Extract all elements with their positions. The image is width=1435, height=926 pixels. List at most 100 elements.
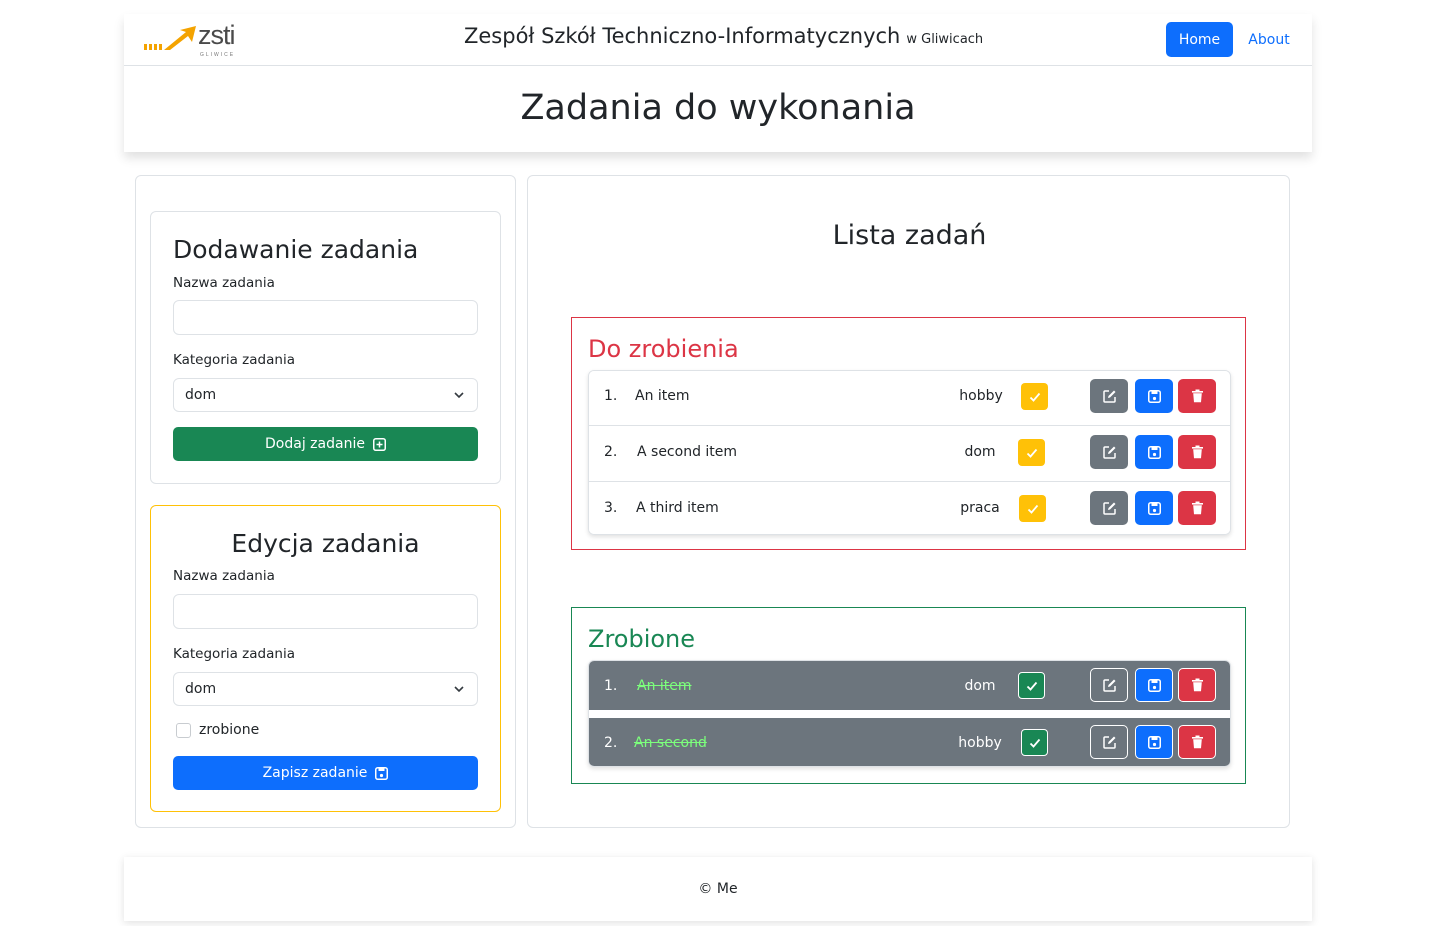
add-task-title: Dodawanie zadania — [173, 235, 419, 264]
edit-category-select[interactable]: dom — [173, 672, 478, 706]
logo-subtext: GLIWICE — [200, 52, 236, 58]
list-item: 2. A second item dom — [589, 427, 1230, 482]
edit-task-title: Edycja zadania — [231, 529, 420, 558]
edit-button[interactable] — [1090, 435, 1128, 469]
delete-button[interactable] — [1178, 668, 1216, 702]
save-button[interactable] — [1135, 491, 1173, 525]
add-task-button-label: Dodaj zadanie — [265, 436, 365, 452]
brand: Zespół Szkół Techniczno-Informatycznych w… — [464, 24, 983, 48]
save-icon — [1147, 678, 1161, 692]
trash-icon — [1191, 445, 1203, 459]
item-number: 1. — [604, 678, 618, 694]
item-category: hobby — [958, 735, 1002, 751]
brand-subtitle: w Gliwicach — [906, 32, 984, 47]
edit-name-input[interactable] — [173, 594, 478, 629]
edit-icon — [1102, 735, 1116, 749]
edit-button[interactable] — [1090, 491, 1128, 525]
item-category: dom — [964, 678, 996, 694]
navbar: zsti GLIWICE Zespół Szkół Techniczno-Inf… — [124, 14, 1312, 66]
edit-category-label: Kategoria zadania — [173, 646, 295, 662]
task-list-title: Lista zadań — [832, 220, 987, 251]
task-list-column: Lista zadań Do zrobienia 1. An item hobb… — [527, 175, 1290, 828]
delete-button[interactable] — [1178, 725, 1216, 759]
done-checkbox[interactable] — [176, 722, 191, 738]
mark-undone-button[interactable] — [1021, 729, 1048, 756]
add-category-label: Kategoria zadania — [173, 352, 295, 368]
logo[interactable]: zsti GLIWICE — [142, 20, 246, 58]
edit-button[interactable] — [1090, 379, 1128, 413]
item-number: 1. — [604, 388, 618, 404]
check-icon — [1029, 392, 1040, 402]
item-number: 2. — [604, 444, 618, 460]
edit-button[interactable] — [1090, 668, 1128, 702]
add-name-label: Nazwa zadania — [173, 275, 275, 291]
save-button[interactable] — [1135, 379, 1173, 413]
done-list: 1. An item dom 2. An second hobby — [588, 660, 1231, 767]
save-button[interactable] — [1135, 668, 1173, 702]
todo-section: Do zrobienia 1. An item hobby 2. A secon… — [571, 317, 1246, 550]
trash-icon — [1191, 389, 1203, 403]
mark-done-button[interactable] — [1018, 439, 1045, 466]
add-category-value: dom — [185, 387, 217, 403]
save-icon — [1147, 389, 1161, 403]
add-task-card: Dodawanie zadania Nazwa zadania Kategori… — [150, 211, 501, 484]
item-name: An second — [634, 735, 707, 751]
item-name: A third item — [636, 500, 719, 516]
add-task-button[interactable]: Dodaj zadanie — [173, 427, 478, 461]
save-icon — [1147, 735, 1161, 749]
save-task-button[interactable]: Zapisz zadanie — [173, 756, 478, 790]
edit-icon — [1102, 389, 1116, 403]
item-category: dom — [964, 444, 996, 460]
check-icon — [1026, 448, 1037, 458]
nav-about-link[interactable]: About — [1242, 22, 1296, 57]
save-icon — [1147, 445, 1161, 459]
item-name: An item — [637, 678, 692, 694]
done-title: Zrobione — [588, 625, 696, 653]
check-icon — [1027, 504, 1038, 514]
delete-button[interactable] — [1178, 435, 1216, 469]
item-category: praca — [960, 500, 1000, 516]
todo-title: Do zrobienia — [588, 335, 739, 363]
mark-undone-button[interactable] — [1018, 672, 1045, 699]
header: zsti GLIWICE Zespół Szkół Techniczno-Inf… — [124, 14, 1312, 152]
edit-icon — [1102, 501, 1116, 515]
mark-done-button[interactable] — [1019, 495, 1046, 522]
check-icon — [1026, 681, 1037, 691]
logo-text: zsti — [198, 20, 235, 50]
save-button[interactable] — [1135, 435, 1173, 469]
save-button[interactable] — [1135, 725, 1173, 759]
edit-icon — [1102, 445, 1116, 459]
add-name-input[interactable] — [173, 300, 478, 335]
plus-square-icon — [372, 437, 386, 451]
row-gap — [589, 710, 1230, 718]
trash-icon — [1191, 501, 1203, 515]
list-item: 2. An second hobby — [589, 718, 1230, 766]
nav-home-button[interactable]: Home — [1166, 22, 1233, 57]
item-name: An item — [635, 388, 690, 404]
logo-arrow-icon — [144, 26, 196, 50]
page: zsti GLIWICE Zespół Szkół Techniczno-Inf… — [0, 0, 1435, 926]
item-name: A second item — [637, 444, 738, 460]
chevron-down-icon — [454, 686, 464, 693]
edit-icon — [1102, 678, 1116, 692]
add-category-select[interactable]: dom — [173, 378, 478, 412]
list-item: 1. An item dom — [589, 661, 1230, 710]
footer-text: © Me — [698, 881, 738, 897]
mark-done-button[interactable] — [1021, 383, 1048, 410]
item-number: 3. — [604, 500, 618, 516]
item-number: 2. — [604, 735, 618, 751]
save-task-button-label: Zapisz zadanie — [262, 765, 368, 781]
delete-button[interactable] — [1178, 491, 1216, 525]
edit-name-label: Nazwa zadania — [173, 568, 275, 584]
todo-list: 1. An item hobby 2. A second item dom 3.… — [588, 370, 1231, 535]
list-item: 1. An item hobby — [589, 371, 1230, 426]
item-category: hobby — [959, 388, 1003, 404]
check-icon — [1029, 738, 1040, 748]
done-checkbox-row: zrobione — [176, 722, 259, 738]
save-icon — [1147, 501, 1161, 515]
edit-button[interactable] — [1090, 725, 1128, 759]
list-item: 3. A third item praca — [589, 483, 1230, 534]
delete-button[interactable] — [1178, 379, 1216, 413]
save-icon — [375, 766, 389, 780]
done-section: Zrobione 1. An item dom 2. An second hob… — [571, 607, 1246, 784]
